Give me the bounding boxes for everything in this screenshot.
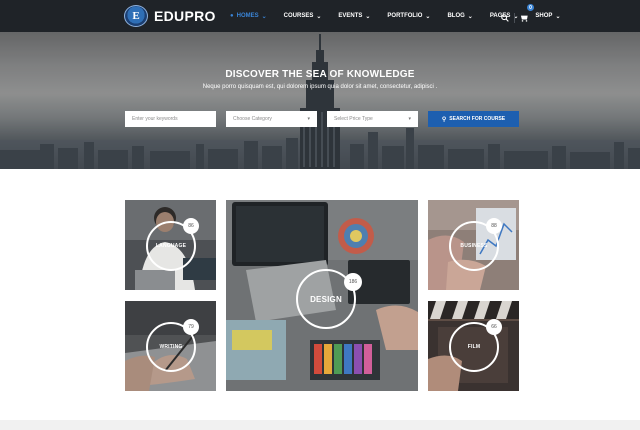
menu-item-shop[interactable]: Shop ⌄ bbox=[535, 13, 560, 20]
menu-dot-icon: ● bbox=[230, 13, 234, 19]
course-count-badge: 88 bbox=[486, 218, 502, 234]
chevron-down-icon: ▾ bbox=[408, 116, 411, 122]
menu-item-label: Shop bbox=[535, 13, 553, 19]
hero-subtitle: Neque porro quisquam est, qui dolorem ip… bbox=[202, 84, 438, 90]
category-name: LANGUAGE bbox=[155, 243, 187, 249]
nav-icons: 0 bbox=[501, 4, 534, 27]
course-count-badge: 66 bbox=[486, 319, 502, 335]
keyword-placeholder: Enter your keywords bbox=[132, 116, 178, 122]
chevron-down-icon: ⌄ bbox=[316, 13, 322, 20]
menu-item-label: Events bbox=[338, 13, 363, 19]
top-navbar: E EDUPRO ● Homes ⌄ Courses ⌄ Events ⌄ Po… bbox=[0, 0, 640, 32]
next-section-strip bbox=[0, 420, 640, 430]
chevron-down-icon: ▾ bbox=[307, 116, 310, 122]
menu-item-homes[interactable]: ● Homes ⌄ bbox=[230, 13, 267, 20]
search-icon[interactable] bbox=[501, 14, 509, 22]
brand-logo[interactable]: E EDUPRO bbox=[124, 5, 216, 27]
course-count-badge: 86 bbox=[183, 218, 199, 234]
page: E EDUPRO ● Homes ⌄ Courses ⌄ Events ⌄ Po… bbox=[0, 0, 640, 430]
chevron-down-icon: ⌄ bbox=[261, 13, 267, 20]
chevron-down-icon: ⌄ bbox=[555, 13, 561, 20]
hero-title: DISCOVER THE SEA OF KNOWLEDGE bbox=[225, 69, 415, 80]
city-skyline-image bbox=[0, 32, 640, 169]
category-tile-writing[interactable]: WRITING 79 bbox=[125, 301, 216, 391]
course-count-badge: 79 bbox=[183, 319, 199, 335]
category-name: DESIGN bbox=[310, 294, 342, 304]
category-tile-film[interactable]: FILM 66 bbox=[428, 301, 519, 391]
chevron-down-icon: ⌄ bbox=[467, 13, 473, 20]
cart-count-badge: 0 bbox=[527, 4, 534, 11]
category-tile-design[interactable]: DESIGN 186 bbox=[226, 200, 418, 391]
chevron-down-icon: ⌄ bbox=[425, 13, 431, 20]
menu-item-label: Courses bbox=[283, 13, 314, 19]
logo-badge-icon: E bbox=[124, 5, 148, 27]
category-tile-language[interactable]: LANGUAGE 86 bbox=[125, 200, 216, 290]
category-name: WRITING bbox=[159, 344, 183, 350]
chevron-down-icon: ⌄ bbox=[365, 13, 371, 20]
menu-item-courses[interactable]: Courses ⌄ bbox=[284, 13, 322, 20]
category-tile-business[interactable]: BUSINESS 88 bbox=[428, 200, 519, 290]
menu-item-label: Blog bbox=[447, 13, 465, 19]
category-select-value: Choose Category bbox=[233, 116, 272, 122]
menu-item-blog[interactable]: Blog ⌄ bbox=[447, 13, 472, 20]
category-name: BUSINESS bbox=[460, 243, 488, 249]
menu-item-portfolio[interactable]: Portfolio ⌄ bbox=[387, 13, 430, 20]
price-type-select[interactable]: Select Price Type ▾ bbox=[327, 111, 418, 127]
keyword-input[interactable]: Enter your keywords bbox=[125, 111, 216, 127]
search-button-label: Search for course bbox=[449, 116, 506, 122]
menu-item-label: Portfolio bbox=[387, 13, 423, 19]
menu-item-label: Homes bbox=[236, 13, 259, 19]
course-count-badge: 186 bbox=[344, 273, 362, 291]
menu-item-events[interactable]: Events ⌄ bbox=[338, 13, 370, 20]
location-pin-icon: ⚲ bbox=[441, 116, 447, 123]
hero-banner: DISCOVER THE SEA OF KNOWLEDGE Neque porr… bbox=[0, 32, 640, 169]
category-select[interactable]: Choose Category ▾ bbox=[226, 111, 317, 127]
cart-icon bbox=[520, 15, 528, 22]
cart-button[interactable]: 0 bbox=[520, 4, 534, 27]
nav-divider bbox=[514, 13, 515, 23]
price-select-value: Select Price Type bbox=[334, 116, 373, 122]
brand-name: EDUPRO bbox=[154, 8, 216, 24]
search-course-button[interactable]: ⚲ Search for course bbox=[428, 111, 519, 127]
category-name: FILM bbox=[467, 344, 481, 350]
